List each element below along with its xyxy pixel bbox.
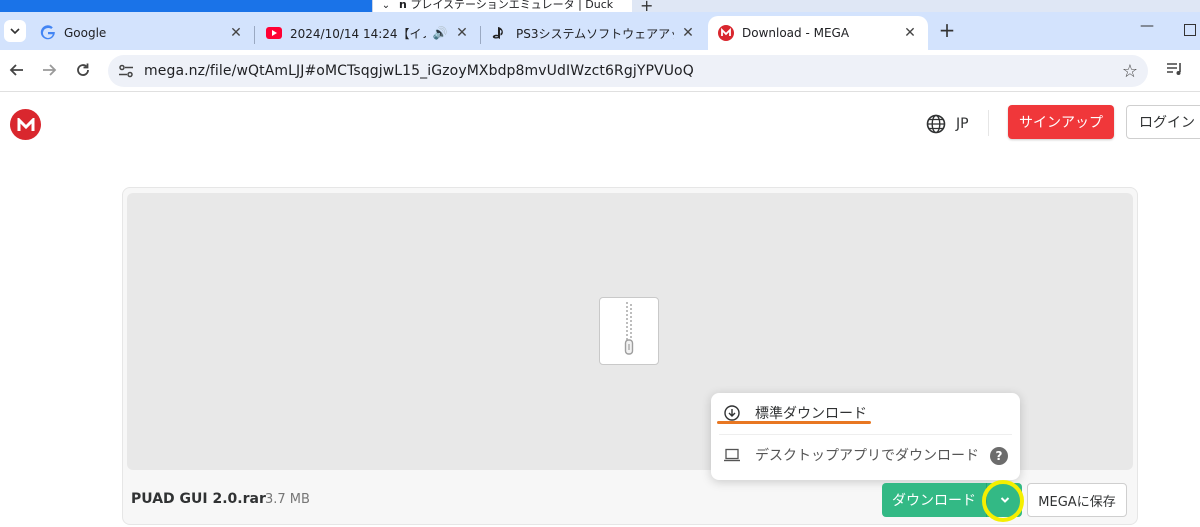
restore-icon[interactable] bbox=[1184, 24, 1196, 36]
download-button[interactable]: ダウンロード bbox=[882, 483, 986, 517]
chevron-down-icon: ⌄ bbox=[381, 0, 391, 11]
signup-button[interactable]: サインアップ bbox=[1008, 105, 1114, 139]
background-window-bar bbox=[0, 0, 372, 12]
help-icon[interactable]: ? bbox=[990, 447, 1008, 465]
close-icon[interactable]: ✕ bbox=[902, 25, 918, 41]
forward-button[interactable] bbox=[38, 59, 60, 81]
youtube-icon bbox=[266, 25, 282, 41]
download-options-menu: 標準ダウンロード デスクトップアプリでダウンロード ? bbox=[711, 393, 1020, 480]
reload-button[interactable] bbox=[72, 59, 94, 81]
language-label: JP bbox=[956, 116, 969, 132]
file-size: 3.7 MB bbox=[265, 492, 310, 507]
bookmark-star-icon[interactable]: ☆ bbox=[1122, 61, 1138, 82]
browser-toolbar: mega.nz/file/wQtAmLJJ#oMCTsqgjwL15_iGzoy… bbox=[0, 50, 1200, 92]
download-circle-icon bbox=[723, 405, 741, 421]
back-arrow-icon bbox=[9, 64, 23, 76]
tab-ps3-update[interactable]: PS3システムソフトウェアアップデート ✕ bbox=[482, 16, 706, 50]
close-icon[interactable]: ✕ bbox=[454, 25, 470, 41]
background-tab-favicon: n bbox=[399, 0, 407, 11]
language-selector[interactable]: JP bbox=[926, 112, 969, 136]
reading-list-icon[interactable] bbox=[1166, 61, 1184, 81]
google-icon bbox=[40, 25, 56, 41]
tab-label: 2024/10/14 14:24【イノシシ】を bbox=[290, 26, 426, 41]
mega-logo[interactable] bbox=[10, 109, 41, 140]
close-icon[interactable]: ✕ bbox=[228, 25, 244, 41]
standard-download-option[interactable]: 標準ダウンロード bbox=[711, 393, 1020, 433]
speaker-icon[interactable]: 🔊 bbox=[432, 26, 448, 40]
playstation-icon bbox=[492, 25, 508, 41]
url-text: mega.nz/file/wQtAmLJJ#oMCTsqgjwL15_iGzoy… bbox=[144, 63, 694, 79]
desktop-app-download-label: デスクトップアプリでダウンロード bbox=[755, 448, 979, 464]
mega-icon bbox=[718, 25, 734, 41]
tab-label: PS3システムソフトウェアアップデート bbox=[516, 26, 674, 41]
minimize-icon[interactable]: — bbox=[1140, 18, 1154, 34]
background-tab[interactable]: ⌄ n プレイステーションエミュレータ | Duck bbox=[372, 0, 632, 12]
standard-download-label: 標準ダウンロード bbox=[755, 406, 867, 422]
close-icon[interactable]: ✕ bbox=[680, 25, 696, 41]
tab-youtube[interactable]: 2024/10/14 14:24【イノシシ】を 🔊 ✕ bbox=[256, 16, 480, 50]
new-tab-button[interactable]: + bbox=[936, 20, 958, 42]
archive-file-icon bbox=[599, 297, 659, 365]
chevron-down-icon bbox=[10, 28, 20, 35]
reload-icon bbox=[77, 63, 89, 76]
address-bar[interactable]: mega.nz/file/wQtAmLJJ#oMCTsqgjwL15_iGzoy… bbox=[108, 55, 1148, 87]
tab-google[interactable]: Google ✕ bbox=[30, 16, 254, 50]
tab-search-button[interactable] bbox=[4, 20, 26, 42]
annotation-highlight-circle bbox=[982, 480, 1024, 522]
forward-arrow-icon bbox=[43, 64, 57, 76]
header-divider bbox=[988, 110, 989, 136]
background-window-strip: ⌄ n プレイステーションエミュレータ | Duck + bbox=[0, 0, 1200, 15]
back-button[interactable] bbox=[6, 59, 28, 81]
annotation-underline bbox=[717, 421, 871, 424]
background-tab-title: プレイステーションエミュレータ | Duck bbox=[410, 0, 614, 11]
desktop-app-download-option[interactable]: デスクトップアプリでダウンロード ? bbox=[711, 435, 1020, 475]
globe-icon bbox=[926, 114, 946, 134]
tab-label: Google bbox=[64, 26, 107, 40]
save-to-mega-button[interactable]: MEGAに保存 bbox=[1027, 483, 1127, 517]
tab-label: Download - MEGA bbox=[742, 26, 850, 40]
mega-logo-icon bbox=[17, 117, 34, 131]
site-settings-icon[interactable] bbox=[118, 64, 134, 78]
tab-mega[interactable]: Download - MEGA ✕ bbox=[708, 16, 928, 50]
tab-separator bbox=[254, 26, 255, 44]
login-button[interactable]: ログイン bbox=[1126, 105, 1200, 139]
tab-bar: Google ✕ 2024/10/14 14:24【イノシシ】を 🔊 ✕ PS3… bbox=[0, 12, 1200, 50]
file-name: PUAD GUI 2.0.rar bbox=[131, 491, 266, 507]
laptop-icon bbox=[723, 448, 741, 462]
tab-separator bbox=[480, 26, 481, 44]
